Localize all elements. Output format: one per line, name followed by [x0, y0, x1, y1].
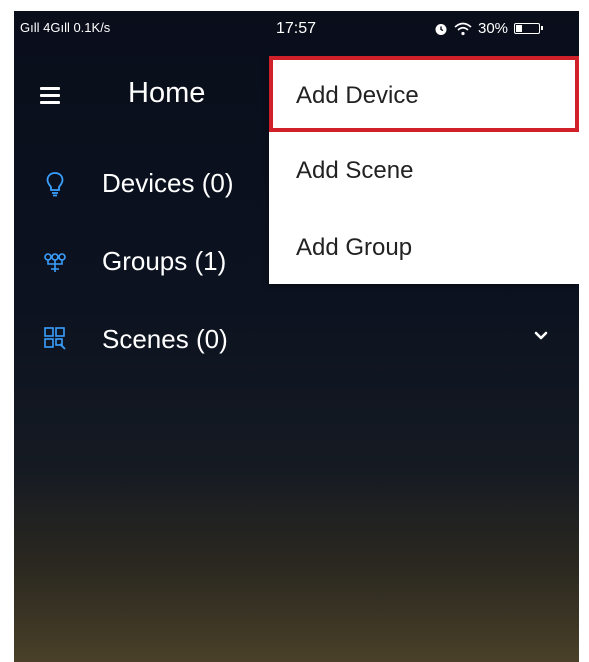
battery-fill [516, 25, 523, 32]
clock: 17:57 [276, 20, 317, 37]
wifi-icon [454, 22, 472, 35]
add-menu-dropdown: Add Device Add Scene Add Group [269, 56, 579, 284]
nav-item-scenes[interactable]: Scenes (0) [14, 304, 579, 374]
hamburger-menu-icon[interactable] [40, 87, 60, 104]
nav-label-scenes: Scenes (0) [102, 324, 228, 354]
battery-icon [514, 23, 544, 34]
chevron-down-icon[interactable] [534, 331, 548, 341]
menu-label-add-group: Add Group [296, 234, 413, 261]
groups-icon [44, 253, 66, 272]
battery-tip [541, 26, 544, 30]
menu-item-add-group[interactable]: Add Group [269, 208, 579, 284]
alarm-icon [435, 23, 447, 35]
scenes-icon [44, 327, 66, 350]
lightbulb-icon [46, 172, 64, 197]
nav-label-devices: Devices (0) [102, 168, 234, 198]
page-title: Home [128, 77, 206, 109]
phone-screen: Gıll 4Gıll 0.1K/s 17:57 30% Home Devices… [14, 11, 579, 662]
highlight-box [269, 56, 579, 132]
battery-percent: 30% [478, 20, 509, 37]
right-status: 30% [434, 20, 544, 37]
nav-label-groups: Groups (1) [102, 246, 227, 276]
menu-label-add-scene: Add Scene [296, 157, 414, 184]
signal-status: Gıll 4Gıll 0.1K/s [20, 20, 111, 35]
status-bar: Gıll 4Gıll 0.1K/s 17:57 30% [14, 11, 579, 49]
menu-item-add-scene[interactable]: Add Scene [269, 132, 579, 208]
menu-item-add-device[interactable]: Add Device [269, 56, 579, 132]
